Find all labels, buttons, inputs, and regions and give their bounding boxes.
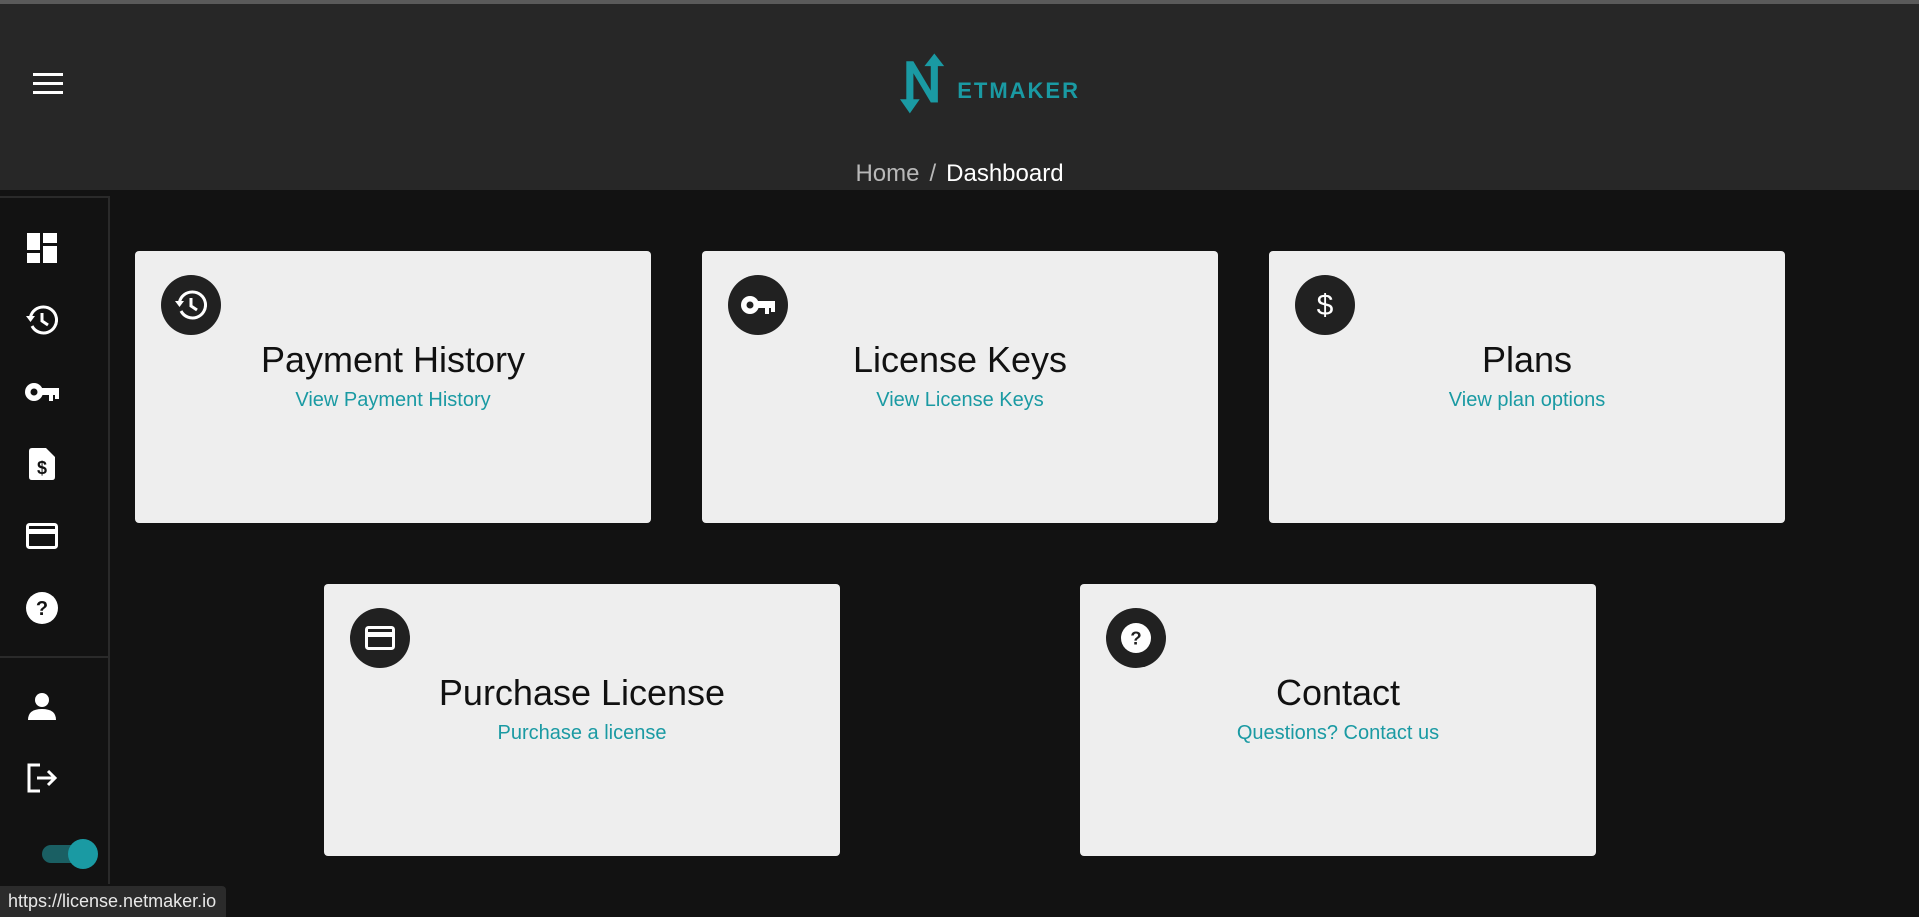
netmaker-logo-mark	[900, 53, 945, 114]
help-icon: ?	[1121, 623, 1151, 653]
hamburger-menu-icon	[33, 73, 63, 94]
purchase-license-card[interactable]: Purchase License Purchase a license	[324, 584, 840, 856]
person-icon	[28, 693, 56, 720]
breadcrumb-separator: /	[929, 160, 937, 187]
status-url-tooltip: https://license.netmaker.io	[0, 886, 227, 917]
card-title: Plans	[1481, 339, 1573, 380]
svg-text:?: ?	[36, 598, 48, 620]
payment-history-card[interactable]: Payment History View Payment History	[135, 251, 651, 523]
card-title: Purchase License	[438, 672, 726, 713]
sidebar-item-dashboard[interactable]	[22, 228, 62, 268]
card-link[interactable]: Purchase a license	[324, 722, 840, 745]
logo-text: ETMAKER	[957, 78, 1080, 103]
card-title: Payment History	[260, 339, 526, 380]
card-link[interactable]: View Payment History	[135, 389, 651, 412]
sidebar-item-plans[interactable]: $	[22, 444, 62, 484]
key-icon	[25, 383, 59, 401]
sidebar-item-account[interactable]	[22, 686, 62, 726]
breadcrumb-home[interactable]: Home	[855, 160, 919, 187]
logout-icon	[27, 763, 58, 793]
key-icon	[741, 296, 775, 314]
card-link[interactable]: View plan options	[1269, 389, 1785, 412]
dollar-icon: $	[1317, 289, 1334, 322]
card-badge: ?	[1106, 608, 1166, 668]
dashboard-icon	[27, 233, 57, 263]
sidebar: $ ?	[0, 196, 110, 884]
breadcrumb-current: Dashboard	[946, 160, 1064, 187]
toggle-knob	[68, 839, 98, 869]
sidebar-item-license-keys[interactable]	[22, 372, 62, 412]
history-icon	[175, 290, 207, 320]
netmaker-logo[interactable]: ETMAKER	[900, 40, 1080, 130]
breadcrumb: Home / Dashboard	[0, 160, 1919, 188]
credit-card-icon	[365, 626, 395, 650]
app-header: ETMAKER Home / Dashboard	[0, 4, 1919, 190]
svg-text:$: $	[1317, 289, 1334, 322]
contact-card[interactable]: ? Contact Questions? Contact us	[1080, 584, 1596, 856]
card-title: Contact	[1275, 672, 1401, 713]
card-badge	[350, 608, 410, 668]
invoice-dollar-icon: $	[29, 448, 55, 480]
credit-card-icon	[26, 523, 58, 549]
card-badge: $	[1295, 275, 1355, 335]
hamburger-menu-button[interactable]	[28, 66, 68, 102]
card-title: License Keys	[852, 339, 1068, 380]
sidebar-item-purchase-license[interactable]	[22, 516, 62, 556]
card-badge	[161, 275, 221, 335]
svg-text:?: ?	[1130, 628, 1141, 649]
sidebar-item-logout[interactable]	[22, 758, 62, 798]
help-icon: ?	[26, 592, 58, 624]
plans-card[interactable]: $ Plans View plan options	[1269, 251, 1785, 523]
history-icon	[26, 305, 58, 335]
card-link[interactable]: Questions? Contact us	[1080, 722, 1596, 745]
sidebar-divider	[0, 656, 108, 658]
theme-toggle[interactable]	[40, 838, 100, 869]
svg-text:$: $	[37, 458, 47, 478]
sidebar-item-payment-history[interactable]	[22, 300, 62, 340]
card-badge	[728, 275, 788, 335]
sidebar-item-contact[interactable]: ?	[22, 588, 62, 628]
card-link[interactable]: View License Keys	[702, 389, 1218, 412]
license-keys-card[interactable]: License Keys View License Keys	[702, 251, 1218, 523]
